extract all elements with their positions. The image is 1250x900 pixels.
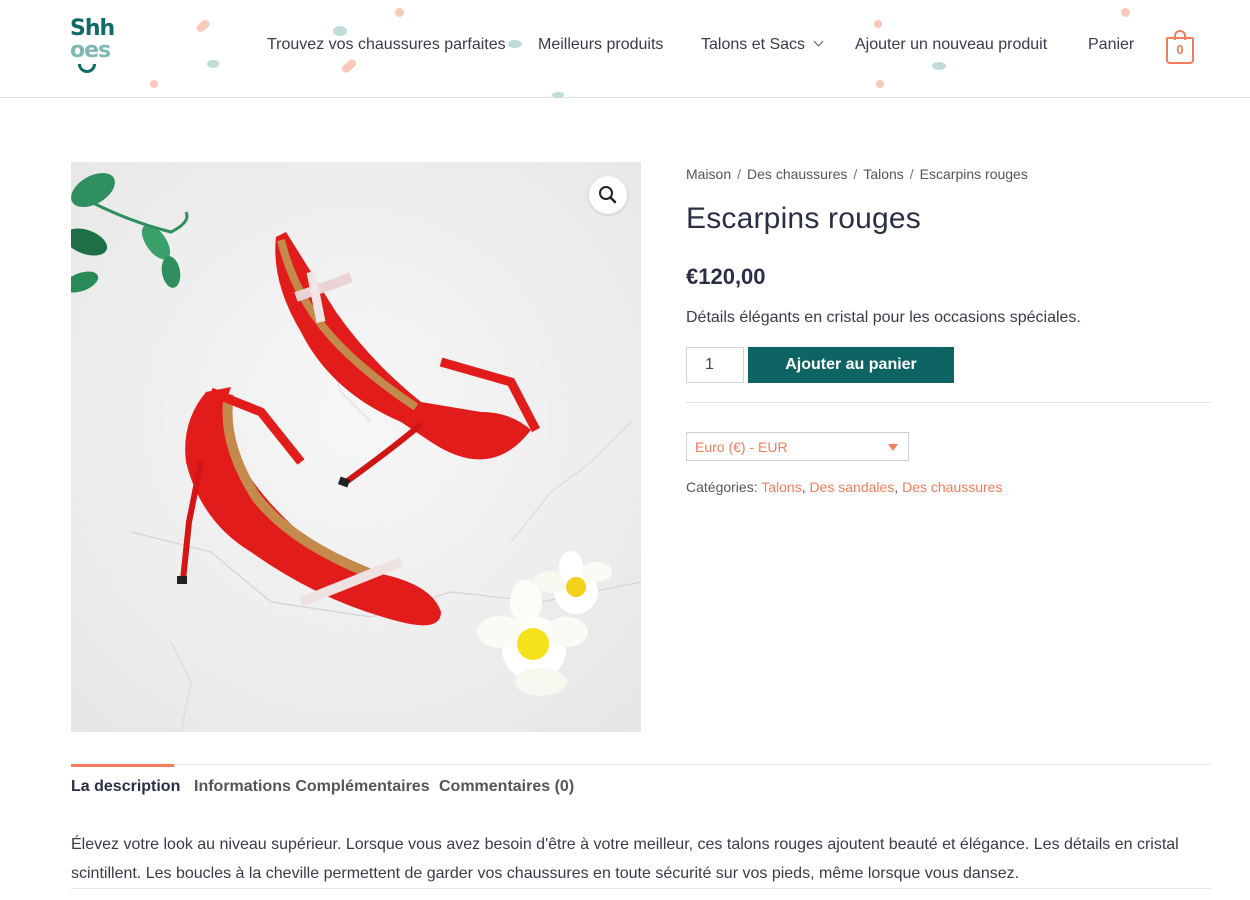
logo-text-bottom: oes xyxy=(70,38,111,63)
product-photo-illustration xyxy=(71,162,641,732)
quantity-input[interactable] xyxy=(686,347,744,383)
site-logo[interactable]: Shh oes xyxy=(70,18,130,80)
divider xyxy=(71,888,1211,889)
tab-description[interactable]: La description xyxy=(71,778,180,796)
confetti-decoration xyxy=(340,57,358,75)
breadcrumb: Maison / Des chaussures / Talons / Escarpins r… xyxy=(686,166,1028,182)
product-categories: Catégories: Talons, Des sandales, Des ch… xyxy=(686,479,1003,495)
breadcrumb-home[interactable]: Maison xyxy=(686,166,731,182)
caret-down-icon xyxy=(888,444,898,451)
currency-selected-value: Euro (€) - EUR xyxy=(695,439,788,455)
shopping-bag-icon[interactable]: 0 xyxy=(1166,30,1194,64)
breadcrumb-current: Escarpins rouges xyxy=(919,166,1028,182)
category-link-talons[interactable]: Talons xyxy=(761,479,801,495)
tabs-divider xyxy=(71,764,1211,765)
tab-additional-information[interactable]: Informations Complémentaires xyxy=(194,778,430,796)
product-description: Élevez votre look au niveau supérieur. L… xyxy=(71,836,1179,882)
logo-text-top: Shh xyxy=(70,16,115,41)
divider xyxy=(686,402,1211,403)
nav-item-cart[interactable]: Panier xyxy=(1088,36,1134,60)
confetti-decoration xyxy=(932,62,946,70)
category-link-chaussures[interactable]: Des chaussures xyxy=(902,479,1002,495)
confetti-decoration xyxy=(876,80,884,88)
breadcrumb-heels[interactable]: Talons xyxy=(863,166,903,182)
product-image[interactable] xyxy=(71,162,641,732)
nav-item-add-product[interactable]: Ajouter un nouveau produit xyxy=(855,36,1047,60)
add-to-cart-button[interactable]: Ajouter au panier xyxy=(748,347,954,383)
breadcrumb-separator: / xyxy=(737,166,742,182)
zoom-button[interactable] xyxy=(589,176,627,214)
product-title: Escarpins rouges xyxy=(686,202,921,235)
nav-item-label: Talons et Sacs xyxy=(701,36,806,53)
confetti-decoration xyxy=(552,92,564,98)
active-tab-indicator xyxy=(71,764,174,767)
confetti-decoration xyxy=(1121,8,1130,17)
magnifier-icon xyxy=(599,186,617,204)
confetti-decoration xyxy=(150,80,158,88)
product-price: €120,00 xyxy=(686,264,766,289)
site-header: Shh oes Trouvez vos chaussures parfaites… xyxy=(0,0,1250,98)
tab-reviews[interactable]: Commentaires (0) xyxy=(439,778,574,796)
confetti-decoration xyxy=(874,20,882,28)
cart-count-badge: 0 xyxy=(1176,42,1184,57)
breadcrumb-separator: / xyxy=(909,166,914,182)
nav-item-heels-bags[interactable]: Talons et Sacs xyxy=(701,36,824,60)
confetti-decoration xyxy=(207,60,219,68)
confetti-decoration xyxy=(333,26,347,36)
currency-select[interactable]: Euro (€) - EUR xyxy=(686,432,909,461)
confetti-decoration xyxy=(195,18,211,34)
confetti-decoration xyxy=(395,8,404,17)
chevron-down-icon xyxy=(813,36,824,47)
categories-label: Catégories: xyxy=(686,479,758,495)
nav-item-find-shoes[interactable]: Trouvez vos chaussures parfaites xyxy=(267,36,506,60)
breadcrumb-shoes[interactable]: Des chaussures xyxy=(747,166,847,182)
logo-smile-icon xyxy=(78,64,96,73)
confetti-decoration xyxy=(508,40,522,48)
category-link-sandales[interactable]: Des sandales xyxy=(809,479,894,495)
breadcrumb-separator: / xyxy=(853,166,858,182)
nav-item-best-products[interactable]: Meilleurs produits xyxy=(538,36,663,60)
product-short-description: Détails élégants en cristal pour les occ… xyxy=(686,309,1081,326)
